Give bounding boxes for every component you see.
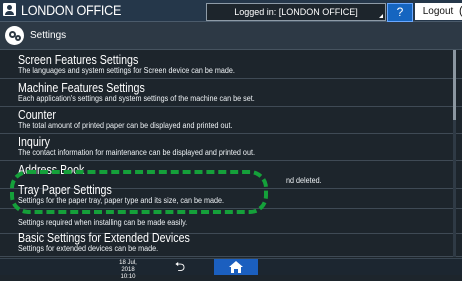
- logout-button[interactable]: Logout: [415, 3, 461, 20]
- item-title: Inquiry: [18, 134, 51, 149]
- clock-date: 18 Jul, 2018: [119, 260, 137, 273]
- top-bar: LONDON OFFICE Logged in: [LONDON OFFICE]…: [0, 0, 462, 22]
- settings-item-machine-features[interactable]: Machine Features Settings Each applicati…: [0, 80, 462, 107]
- user-icon: [3, 3, 16, 16]
- partial-button[interactable]: (: [456, 3, 462, 20]
- clock: 18 Jul, 2018 10:10: [113, 260, 143, 281]
- settings-list: Screen Features Settings The languages a…: [0, 50, 462, 257]
- item-title: Screen Features Settings: [18, 52, 139, 67]
- home-button[interactable]: [214, 259, 258, 275]
- item-title: Basic Settings for Extended Devices: [18, 230, 190, 245]
- item-title: Machine Features Settings: [18, 80, 145, 95]
- back-icon: ⮌: [174, 259, 186, 274]
- highlight-outline: [10, 170, 268, 214]
- item-description: The contact information for maintenance …: [18, 148, 255, 157]
- scrollbar-thumb[interactable]: [453, 50, 456, 120]
- home-icon: [229, 261, 243, 273]
- back-button[interactable]: ⮌: [166, 259, 194, 275]
- settings-item-screen-features[interactable]: Screen Features Settings The languages a…: [0, 52, 462, 79]
- item-description: The languages and system settings for Sc…: [18, 66, 235, 75]
- settings-item-counter[interactable]: Counter The total amount of printed pape…: [0, 107, 462, 134]
- settings-item-inquiry[interactable]: Inquiry The contact information for main…: [0, 134, 462, 161]
- clock-time: 10:10: [120, 274, 136, 280]
- settings-item-extended-devices[interactable]: Basic Settings for Extended Devices Sett…: [0, 230, 462, 257]
- item-description: Settings for extended devices can be mad…: [18, 244, 159, 253]
- login-status-label: Logged in: [LONDON OFFICE]: [234, 7, 358, 17]
- item-title: Counter: [18, 107, 56, 122]
- help-button[interactable]: ?: [387, 3, 413, 22]
- item-description: Each application's settings and system s…: [18, 94, 255, 103]
- login-status-field[interactable]: Logged in: [LONDON OFFICE]: [206, 3, 386, 21]
- page-title: Settings: [30, 30, 67, 41]
- page-header: Settings: [0, 22, 462, 50]
- settings-icon: [5, 26, 24, 45]
- scrollbar[interactable]: [453, 50, 456, 257]
- expand-corner-icon: [379, 14, 383, 18]
- bottom-bar: 18 Jul, 2018 10:10 ⮌: [0, 258, 462, 280]
- item-description: Settings required when installing can be…: [18, 218, 188, 227]
- office-title: LONDON OFFICE: [21, 2, 122, 18]
- item-description: The total amount of printed paper can be…: [18, 121, 233, 130]
